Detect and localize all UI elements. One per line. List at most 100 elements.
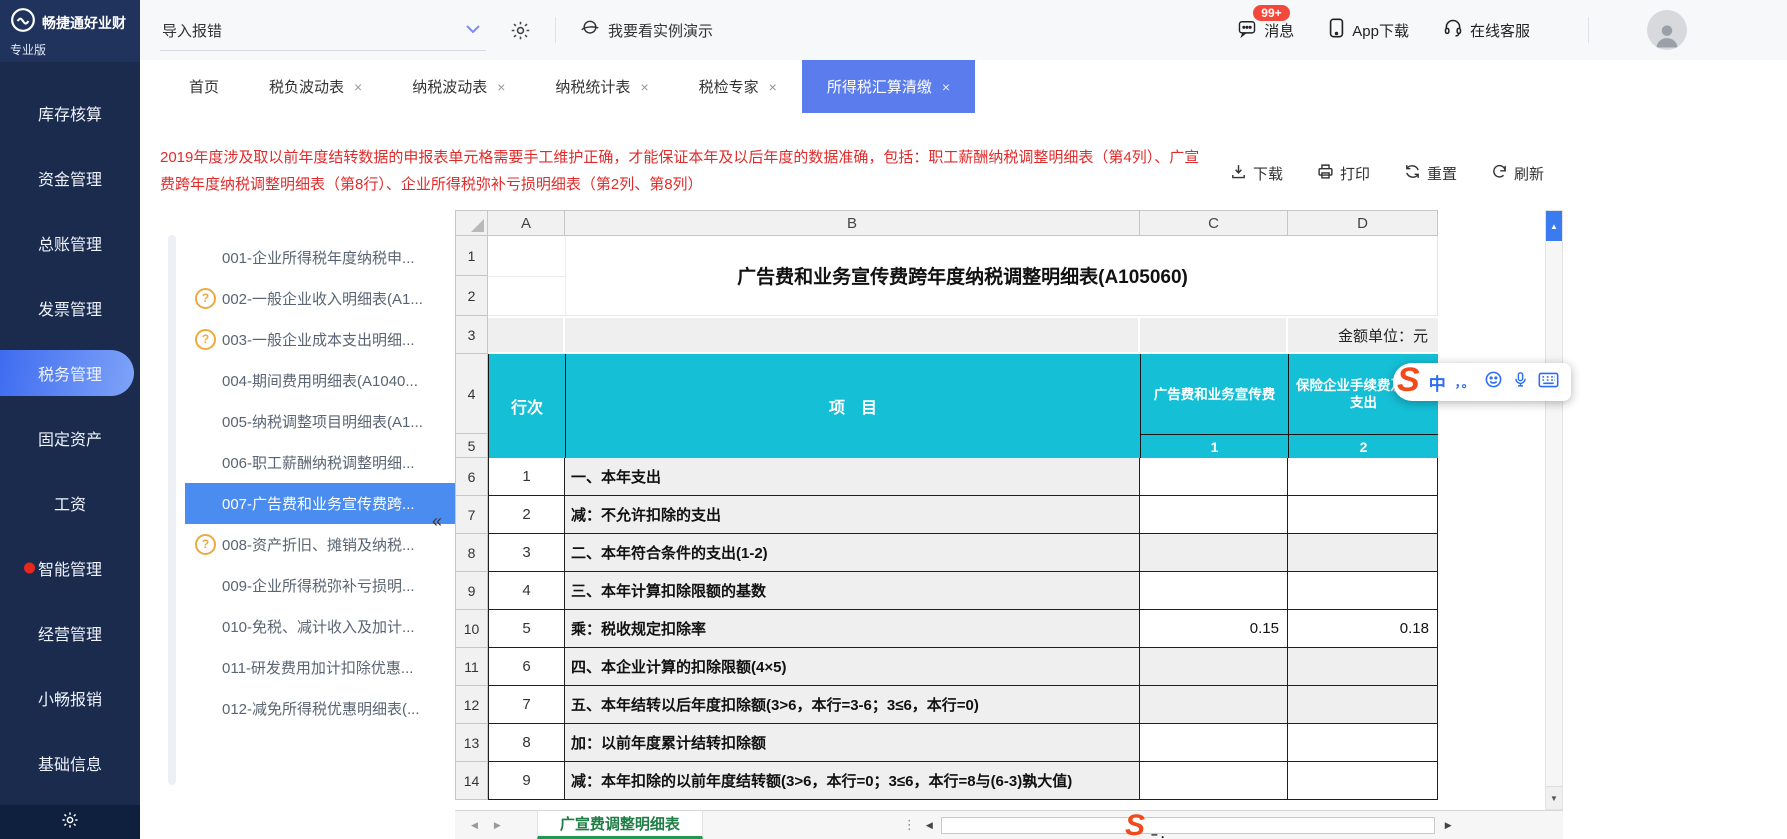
ime-toolbar[interactable]: S 中 ，。 — [1393, 363, 1571, 401]
vertical-scrollbar[interactable]: ▲ ▼ — [1545, 210, 1563, 810]
cell-item-label[interactable]: 减：本年扣除的以前年度结转额(3>6，本行=0；3≤6，本行=8与(6-3)孰大… — [565, 762, 1140, 800]
row-header[interactable]: 13 — [455, 724, 488, 762]
close-icon[interactable]: × — [640, 79, 648, 95]
sheet-title-cell[interactable]: 广告费和业务宣传费跨年度纳税调整明细表(A105060) — [488, 236, 1438, 316]
tab-item[interactable]: 税负波动表 × — [244, 60, 387, 113]
row-header[interactable]: 1 — [455, 236, 488, 276]
demo-link[interactable]: 我要看实例演示 — [580, 18, 713, 42]
cell-value-adfee[interactable] — [1140, 496, 1288, 534]
column-header-d[interactable]: D — [1288, 210, 1438, 236]
cell-value-adfee[interactable] — [1140, 724, 1288, 762]
sogou-logo-icon[interactable]: S — [1397, 363, 1420, 397]
report-list-item[interactable]: 006-职工薪酬纳税调整明细... — [185, 442, 455, 483]
sidebar-item[interactable]: 固定资产 — [0, 405, 140, 470]
cell-value-insurance[interactable] — [1288, 686, 1438, 724]
cell-value-adfee[interactable] — [1140, 648, 1288, 686]
spreadsheet[interactable]: ABCD 1 2 广告费和业务宣传费跨年度纳税调整明细表(A105060) 3 金额单… — [455, 210, 1438, 806]
row-header[interactable]: 8 — [455, 534, 488, 572]
cell-line-number[interactable]: 3 — [488, 534, 565, 572]
cell-item-label[interactable]: 加：以前年度累计结转扣除额 — [565, 724, 1140, 762]
cell-value-insurance[interactable] — [1288, 458, 1438, 496]
tab-item[interactable]: 纳税统计表 × — [530, 60, 673, 113]
cell-line-number[interactable]: 2 — [488, 496, 565, 534]
column-header-b[interactable]: B — [565, 210, 1140, 236]
settings-gear-icon[interactable] — [61, 811, 79, 834]
report-list-item[interactable]: 010-免税、减计收入及加计... — [185, 606, 455, 647]
sidebar-item[interactable]: 库存核算 — [0, 80, 140, 145]
prev-sheet-button[interactable]: ◀ — [471, 820, 478, 831]
report-list-item[interactable]: 009-企业所得税弥补亏损明... — [185, 565, 455, 606]
sidebar-item[interactable]: 工资 — [0, 470, 140, 535]
tab-item[interactable]: 税检专家 × — [674, 60, 802, 113]
cell-item-label[interactable]: 减：不允许扣除的支出 — [565, 496, 1140, 534]
cell-line-number[interactable]: 4 — [488, 572, 565, 610]
cell-value-adfee[interactable] — [1140, 572, 1288, 610]
close-icon[interactable]: × — [354, 79, 362, 95]
scroll-down-button[interactable]: ▼ — [1546, 786, 1562, 809]
drag-handle-icon[interactable]: ⋮ — [903, 817, 916, 833]
cell-line-number[interactable]: 7 — [488, 686, 565, 724]
ime-chinese-mode-icon[interactable]: 中 — [1429, 370, 1446, 395]
close-icon[interactable]: × — [942, 79, 950, 95]
keyboard-icon[interactable] — [1538, 372, 1559, 393]
scroll-left-button[interactable]: ◀ — [926, 820, 933, 831]
header-sub-number[interactable]: 2 — [1289, 434, 1438, 458]
tab-item[interactable]: 首页 — [164, 60, 244, 113]
sidebar-item[interactable]: 智能管理 — [0, 535, 140, 600]
cell-empty[interactable] — [488, 318, 565, 352]
microphone-icon[interactable] — [1512, 370, 1529, 394]
cell-line-number[interactable]: 6 — [488, 648, 565, 686]
row-header[interactable]: 3 — [455, 316, 488, 354]
report-list-item[interactable]: 011-研发费用加计扣除优惠... — [185, 647, 455, 688]
cell-item-label[interactable]: 一、本年支出 — [565, 458, 1140, 496]
sidebar-item[interactable]: 发票管理 — [0, 275, 140, 340]
scroll-right-button[interactable]: ▶ — [1445, 820, 1452, 831]
tab-active[interactable]: 所得税汇算清缴 × — [801, 60, 976, 113]
row-header[interactable]: 5 — [455, 434, 488, 458]
cell-empty[interactable] — [1140, 318, 1288, 352]
cell-value-adfee[interactable] — [1140, 762, 1288, 800]
cell-empty[interactable] — [565, 318, 1140, 352]
cell-value-insurance[interactable] — [1288, 534, 1438, 572]
cell-value-insurance[interactable] — [1288, 762, 1438, 800]
cell-item-label[interactable]: 二、本年符合条件的支出(1-2) — [565, 534, 1140, 572]
row-header[interactable]: 10 — [455, 610, 488, 648]
cell-item-label[interactable]: 五、本年结转以后年度扣除额(3>6，本行=3-6；3≤6，本行=0) — [565, 686, 1140, 724]
cell-value-adfee[interactable] — [1140, 534, 1288, 572]
report-list-item[interactable]: 005-纳税调整项目明细表(A1... — [185, 401, 455, 442]
import-error-dropdown[interactable]: 导入报错 — [160, 20, 486, 51]
header-item-col[interactable]: 项 目 — [566, 354, 1141, 458]
scroll-up-button[interactable]: ▲ — [1546, 211, 1562, 241]
cell-value-insurance[interactable] — [1288, 572, 1438, 610]
cell-value-adfee[interactable] — [1140, 686, 1288, 724]
close-icon[interactable]: × — [497, 79, 505, 95]
report-list-item[interactable]: 004-期间费用明细表(A1040... — [185, 360, 455, 401]
cell-line-number[interactable]: 5 — [488, 610, 565, 648]
app-download-button[interactable]: App下载 — [1328, 18, 1409, 42]
cell-value-insurance[interactable] — [1288, 724, 1438, 762]
gear-icon[interactable] — [510, 20, 531, 41]
cell-value-insurance[interactable] — [1288, 496, 1438, 534]
row-header[interactable]: 2 — [455, 276, 488, 316]
select-all-corner[interactable] — [455, 210, 488, 236]
header-adfee-col[interactable]: 广告费和业务宣传费 — [1141, 354, 1288, 434]
print-button[interactable]: 打印 — [1317, 163, 1370, 184]
header-line-col[interactable]: 行次 — [489, 354, 566, 458]
row-header[interactable]: 12 — [455, 686, 488, 724]
row-header[interactable]: 7 — [455, 496, 488, 534]
vertical-scroll-track[interactable] — [1546, 241, 1562, 786]
row-header[interactable]: 4 — [455, 354, 488, 434]
row-header[interactable]: 9 — [455, 572, 488, 610]
online-support-button[interactable]: 在线客服 — [1443, 18, 1530, 42]
emoji-icon[interactable] — [1484, 370, 1503, 394]
sidebar-item[interactable]: 经营管理 — [0, 600, 140, 665]
cell-value-adfee[interactable]: 0.15 — [1140, 610, 1288, 648]
cell-item-label[interactable]: 四、本企业计算的扣除限额(4×5) — [565, 648, 1140, 686]
report-list-item[interactable]: ? 003-一般企业成本支出明细... — [185, 319, 455, 360]
reset-button[interactable]: 重置 — [1404, 163, 1457, 184]
sidebar-item[interactable]: 资金管理 — [0, 145, 140, 210]
sheet-tab[interactable]: 广宣费调整明细表 — [536, 811, 703, 839]
collapse-panel-icon[interactable]: « — [432, 511, 442, 532]
messages-button[interactable]: 99+ 消息 — [1237, 4, 1294, 42]
download-button[interactable]: 下载 — [1230, 163, 1283, 184]
